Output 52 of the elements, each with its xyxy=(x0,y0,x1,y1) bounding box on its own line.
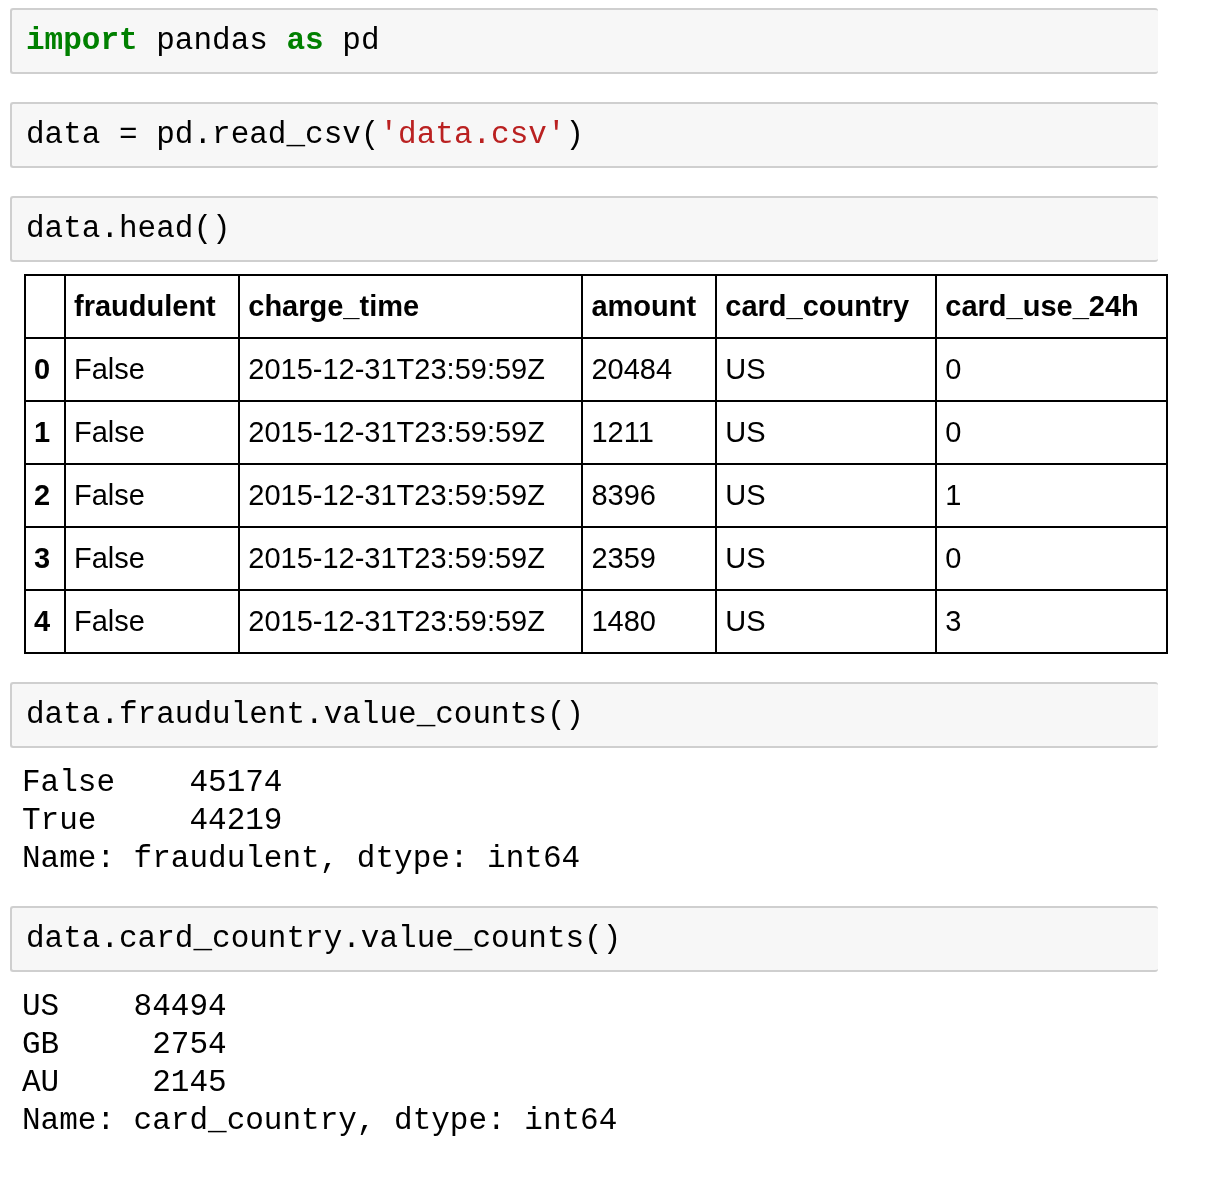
table-cell: 3 xyxy=(936,590,1167,653)
column-header: card_use_24h xyxy=(936,275,1167,338)
table-cell: False xyxy=(65,338,240,401)
table-cell: 2015-12-31T23:59:59Z xyxy=(239,401,583,464)
output-line: US 84494 xyxy=(22,988,227,1026)
table-cell: 1211 xyxy=(582,401,717,464)
table-cell: False xyxy=(65,590,240,653)
table-cell: 2015-12-31T23:59:59Z xyxy=(239,527,583,590)
code-line: import pandas as pd xyxy=(26,23,380,59)
table-cell: 8396 xyxy=(582,464,717,527)
code-input-cell[interactable]: data.head() xyxy=(10,196,1158,262)
code-input-cell[interactable]: data = pd.read_csv('data.csv') xyxy=(10,102,1158,168)
column-header: charge_time xyxy=(239,275,583,338)
row-index: 3 xyxy=(25,527,65,590)
table-cell: 20484 xyxy=(582,338,717,401)
column-header: card_country xyxy=(716,275,937,338)
table-cell: 0 xyxy=(936,527,1167,590)
table-cell: US xyxy=(716,401,937,464)
table-cell: False xyxy=(65,527,240,590)
code-line: data = pd.read_csv('data.csv') xyxy=(26,117,585,153)
table-cell: False xyxy=(65,401,240,464)
row-index: 1 xyxy=(25,401,65,464)
table-cell: 1 xyxy=(936,464,1167,527)
output-line: False 45174 xyxy=(22,764,283,802)
output-line: Name: fraudulent, dtype: int64 xyxy=(22,840,581,878)
table-cell: 2015-12-31T23:59:59Z xyxy=(239,590,583,653)
code-input-cell[interactable]: import pandas as pd xyxy=(10,8,1158,74)
table-cell: 2015-12-31T23:59:59Z xyxy=(239,464,583,527)
table-cell: US xyxy=(716,527,937,590)
output-line: GB 2754 xyxy=(22,1026,227,1064)
row-index: 2 xyxy=(25,464,65,527)
output-line: AU 2145 xyxy=(22,1064,227,1102)
code-line: data.fraudulent.value_counts() xyxy=(26,697,585,733)
table-cell: 2359 xyxy=(582,527,717,590)
table-cell: US xyxy=(716,590,937,653)
table-cell: 0 xyxy=(936,338,1167,401)
table-cell: False xyxy=(65,464,240,527)
code-input-cell[interactable]: data.card_country.value_counts() xyxy=(10,906,1158,972)
row-index: 0 xyxy=(25,338,65,401)
table-cell: 2015-12-31T23:59:59Z xyxy=(239,338,583,401)
table-cell: US xyxy=(716,338,937,401)
table-cell: 0 xyxy=(936,401,1167,464)
table-cell: US xyxy=(716,464,937,527)
row-index: 4 xyxy=(25,590,65,653)
column-header: fraudulent xyxy=(65,275,240,338)
table-cell: 1480 xyxy=(582,590,717,653)
code-line: data.card_country.value_counts() xyxy=(26,921,622,957)
code-input-cell[interactable]: data.fraudulent.value_counts() xyxy=(10,682,1158,748)
code-line: data.head() xyxy=(26,211,231,247)
output-line: Name: card_country, dtype: int64 xyxy=(22,1102,618,1140)
column-header: amount xyxy=(582,275,717,338)
output-line: True 44219 xyxy=(22,802,283,840)
